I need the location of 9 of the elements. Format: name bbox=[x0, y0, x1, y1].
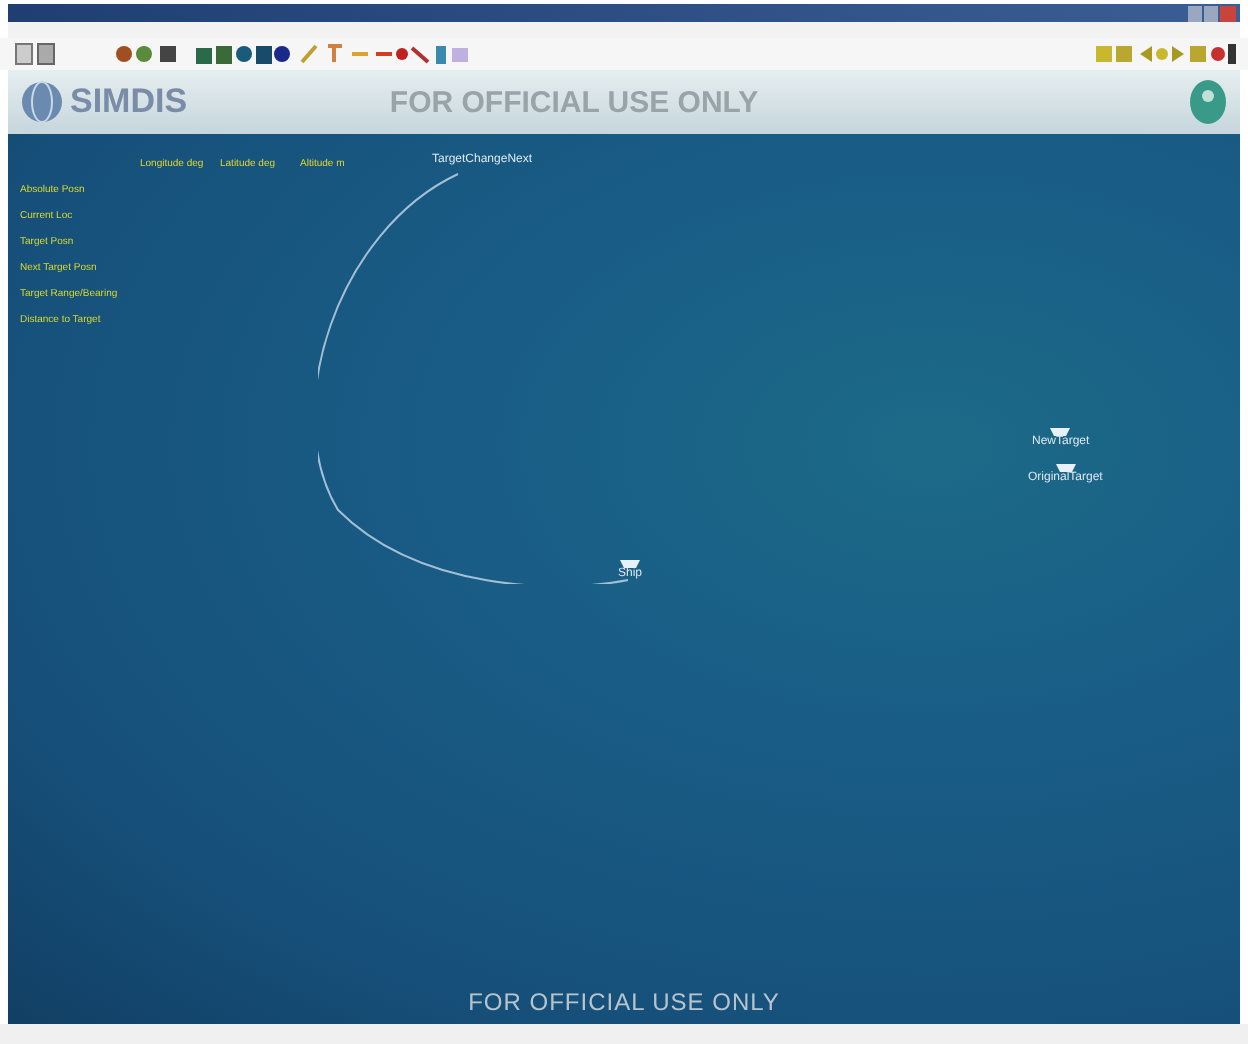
toolbar-icons-drawing[interactable] bbox=[12, 42, 472, 66]
classification-text: FOR OFFICIAL USE ONLY bbox=[389, 85, 759, 119]
ship-icon[interactable] bbox=[620, 558, 640, 568]
window-controls-icon[interactable] bbox=[1188, 5, 1236, 21]
logo-text: SIMDIS bbox=[70, 82, 188, 122]
playback-controls-icon[interactable] bbox=[1096, 42, 1236, 66]
ship-icon[interactable] bbox=[1050, 426, 1071, 436]
classification-text: FOR OFFICIAL USE ONLY bbox=[468, 988, 780, 1016]
ship-icon[interactable] bbox=[1055, 462, 1076, 472]
